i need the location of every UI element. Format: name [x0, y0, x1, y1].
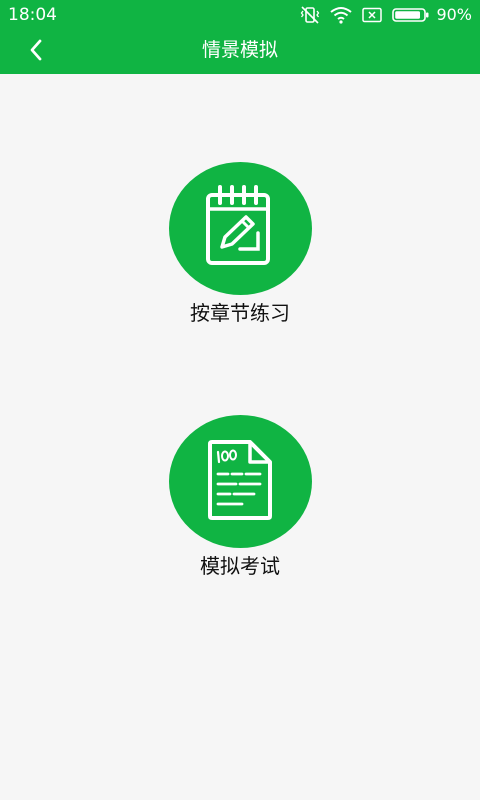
vibrate-mute-icon	[300, 6, 320, 24]
status-bar: 18:04 90%	[0, 0, 480, 30]
battery-icon	[392, 7, 430, 23]
exam-paper-icon	[206, 438, 274, 526]
app-bar: 情景模拟	[0, 30, 480, 74]
chapter-practice-circle	[168, 162, 312, 295]
mock-exam-circle	[168, 415, 312, 548]
sim-off-icon	[362, 7, 383, 23]
notepad-pencil-icon	[204, 184, 276, 273]
battery-percent: 90%	[436, 5, 472, 24]
page-title: 情景模拟	[201, 39, 278, 61]
chevron-left-icon	[29, 39, 43, 65]
chapter-practice-label: 按章节练习	[190, 301, 290, 325]
chapter-practice-button[interactable]: 按章节练习	[140, 162, 340, 327]
mock-exam-button[interactable]: 模拟考试	[140, 415, 340, 580]
back-button[interactable]	[20, 36, 52, 68]
mock-exam-label: 模拟考试	[200, 554, 280, 578]
status-icons: 90%	[300, 5, 472, 25]
status-time: 18:04	[8, 5, 57, 25]
wifi-icon	[330, 6, 353, 24]
